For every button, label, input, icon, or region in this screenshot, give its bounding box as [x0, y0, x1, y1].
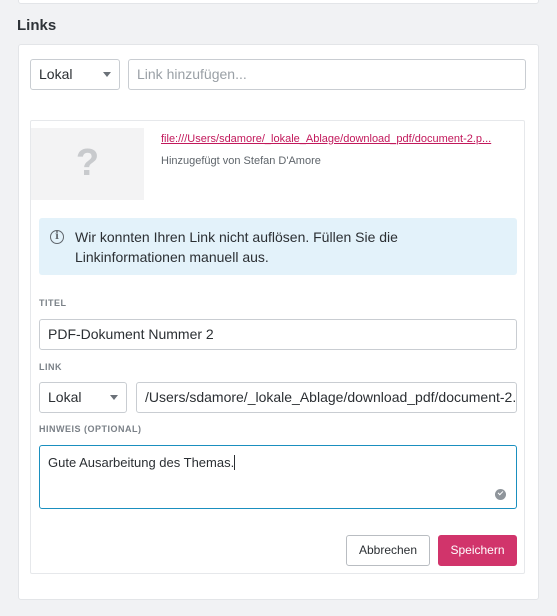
- info-icon: i: [50, 230, 64, 244]
- link-url-input[interactable]: /Users/sdamore/_lokale_Ablage/download_p…: [136, 382, 517, 413]
- info-message-text: Wir konnten Ihren Link nicht auflösen. F…: [75, 229, 398, 265]
- added-by-text: Hinzugefügt von Stefan D'Amore: [161, 155, 321, 167]
- note-text: Gute Ausarbeitung des Themas.: [48, 455, 235, 470]
- link-source-select[interactable]: Lokal: [39, 382, 127, 413]
- save-button[interactable]: Speichern: [438, 535, 517, 566]
- file-url-link[interactable]: file:///Users/sdamore/_lokale_Ablage/dow…: [161, 133, 513, 145]
- chevron-down-icon: [103, 72, 111, 77]
- section-title: Links: [17, 17, 57, 34]
- cancel-button[interactable]: Abbrechen: [346, 535, 430, 566]
- title-label: TITEL: [39, 298, 67, 308]
- note-textarea[interactable]: Gute Ausarbeitung des Themas.: [39, 445, 517, 509]
- title-input[interactable]: PDF-Dokument Nummer 2: [39, 319, 517, 350]
- link-source-select-value: Lokal: [48, 389, 82, 405]
- previous-section-card: [18, 0, 539, 4]
- link-label: LINK: [39, 362, 62, 372]
- note-label: HINWEIS (OPTIONAL): [39, 424, 142, 434]
- info-message-box: i Wir konnten Ihren Link nicht auflösen.…: [39, 218, 517, 275]
- check-circle-icon: [495, 489, 506, 500]
- source-select[interactable]: Lokal: [30, 59, 120, 90]
- link-thumbnail: ?: [31, 128, 144, 200]
- chevron-down-icon: [110, 395, 118, 400]
- source-select-value: Lokal: [39, 66, 73, 82]
- question-mark-icon: ?: [75, 142, 100, 184]
- text-cursor: [234, 455, 236, 470]
- add-link-input[interactable]: Link hinzufügen...: [128, 59, 526, 90]
